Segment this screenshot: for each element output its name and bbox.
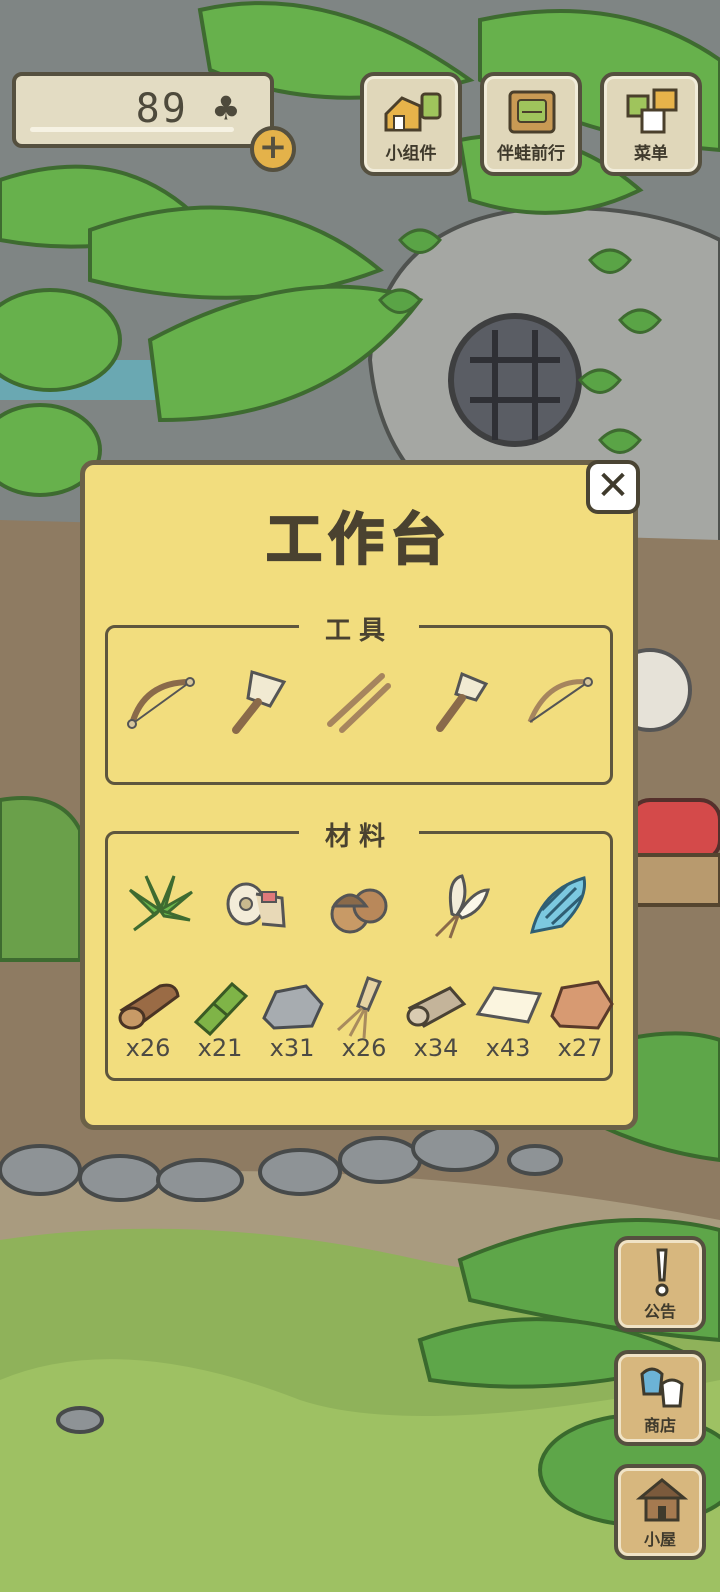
- widget-button[interactable]: 小组件: [360, 72, 462, 176]
- log-icon[interactable]: [112, 970, 184, 1042]
- small-brush-icon[interactable]: [422, 666, 494, 738]
- sticks-icon[interactable]: [322, 668, 394, 740]
- palm-leaf-icon[interactable]: [124, 870, 196, 942]
- bamboo-count: x21: [197, 1034, 243, 1062]
- clay-icon[interactable]: [544, 970, 616, 1042]
- close-button[interactable]: ✕: [586, 460, 640, 514]
- bow-saw-icon[interactable]: [124, 668, 196, 740]
- feather-bundle-icon[interactable]: [422, 870, 494, 942]
- widget-icon: [384, 92, 442, 132]
- workbench-title: 工作台: [265, 507, 452, 574]
- straw-bundle-icon[interactable]: [328, 970, 400, 1042]
- cloth-roll-icon[interactable]: [400, 970, 472, 1042]
- shop-bag-icon: [640, 1367, 684, 1408]
- house-label: 小屋: [643, 1530, 676, 1549]
- materials-title: 材料: [298, 816, 420, 853]
- log-count: x26: [125, 1034, 171, 1062]
- menu-label: 菜单: [634, 144, 668, 164]
- seashell-icon[interactable]: [522, 870, 594, 942]
- shop-label: 商店: [643, 1416, 676, 1435]
- paper-roll-icon[interactable]: [222, 870, 294, 942]
- workbench-panel: 工作台 工具 材料 x26 x21 x31 x26 x34 x43 x27: [80, 460, 638, 1130]
- house-button[interactable]: 小屋: [614, 1464, 706, 1560]
- materials-section: 材料 x26 x21 x31 x26 x34 x43 x27: [105, 816, 616, 1081]
- frog-companion-label: 伴蛙前行: [497, 144, 565, 164]
- exclamation-icon: [655, 1248, 669, 1297]
- stone-icon[interactable]: [256, 970, 328, 1042]
- brush-icon[interactable]: [222, 666, 294, 738]
- bow-drill-icon[interactable]: [522, 668, 594, 740]
- menu-icon: [626, 88, 678, 134]
- bamboo-icon[interactable]: [184, 970, 256, 1042]
- shop-button[interactable]: 商店: [614, 1350, 706, 1446]
- clover-amount: 89 ♣: [135, 86, 240, 132]
- tools-section: 工具: [105, 610, 613, 785]
- frog-companion-icon: [508, 90, 556, 134]
- notice-button[interactable]: 公告: [614, 1236, 706, 1332]
- counter-highlight: [30, 127, 234, 132]
- paper-sheet-icon[interactable]: [472, 970, 544, 1042]
- add-clover-button[interactable]: +: [250, 126, 296, 172]
- clay-count: x27: [557, 1034, 603, 1062]
- acorns-icon[interactable]: [322, 870, 394, 942]
- straw-count: x26: [341, 1034, 387, 1062]
- widget-label: 小组件: [385, 144, 437, 164]
- tools-title: 工具: [298, 610, 420, 647]
- clover-counter: 89 ♣: [12, 72, 274, 148]
- frog-companion-button[interactable]: 伴蛙前行: [480, 72, 582, 176]
- paper-count: x43: [485, 1034, 531, 1062]
- clover-icon: ♣: [213, 86, 240, 132]
- menu-button[interactable]: 菜单: [600, 72, 702, 176]
- cloth-count: x34: [413, 1034, 459, 1062]
- stone-count: x31: [269, 1034, 315, 1062]
- house-icon: [636, 1478, 688, 1522]
- notice-label: 公告: [643, 1302, 676, 1321]
